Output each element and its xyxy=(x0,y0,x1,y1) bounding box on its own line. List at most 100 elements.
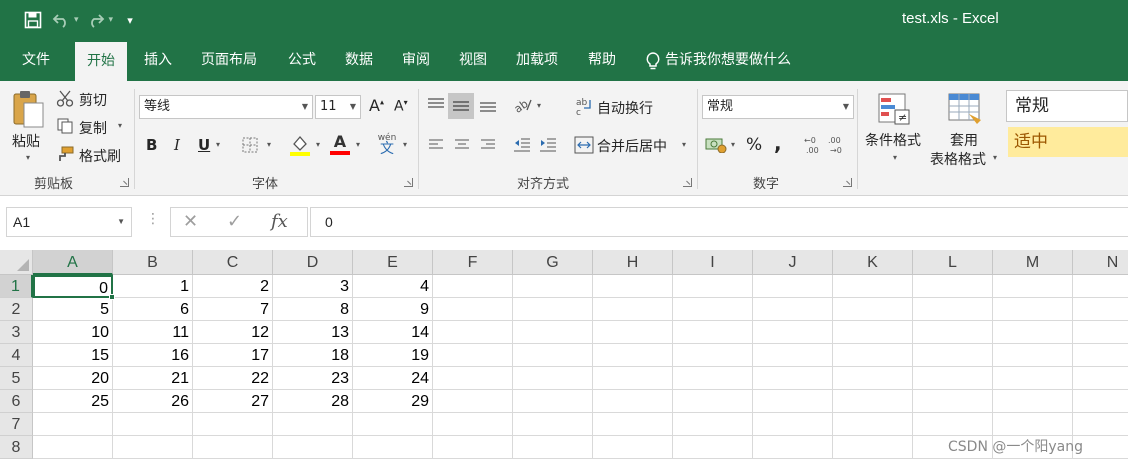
cell-c7[interactable] xyxy=(193,413,273,436)
increase-decimal-icon[interactable]: ←0.00 xyxy=(804,133,826,157)
cell-d6[interactable]: 28 xyxy=(273,390,353,413)
accounting-format-icon[interactable] xyxy=(704,135,728,155)
cell-e4[interactable]: 19 xyxy=(353,344,433,367)
borders-icon[interactable] xyxy=(240,135,260,155)
accounting-dropdown-icon[interactable]: ▾ xyxy=(731,140,735,149)
row-header-1[interactable]: 1 xyxy=(0,275,33,298)
column-header-n[interactable]: N xyxy=(1073,250,1128,275)
tab-view[interactable]: 视图 xyxy=(459,40,487,81)
cell-b5[interactable]: 21 xyxy=(113,367,193,390)
cell-f8[interactable] xyxy=(433,436,513,459)
cell-k2[interactable] xyxy=(833,298,913,321)
enter-icon[interactable]: ✓ xyxy=(227,211,242,232)
underline-button[interactable]: U xyxy=(198,136,210,154)
format-as-table-dropdown-icon[interactable]: ▾ xyxy=(993,153,997,162)
cell-e8[interactable] xyxy=(353,436,433,459)
redo-dropdown-icon[interactable]: ▾ xyxy=(109,15,114,25)
tab-file[interactable]: 文件 xyxy=(22,40,50,81)
bold-button[interactable]: B xyxy=(146,136,157,154)
fill-handle[interactable] xyxy=(109,294,115,300)
paste-icon[interactable] xyxy=(10,89,46,129)
merge-center-dropdown-icon[interactable]: ▾ xyxy=(682,140,686,149)
cell-f7[interactable] xyxy=(433,413,513,436)
cell-f5[interactable] xyxy=(433,367,513,390)
tab-insert[interactable]: 插入 xyxy=(144,40,172,81)
cell-j7[interactable] xyxy=(753,413,833,436)
cut-button[interactable]: 剪切 xyxy=(79,90,107,110)
cell-i7[interactable] xyxy=(673,413,753,436)
cell-k7[interactable] xyxy=(833,413,913,436)
cell-a8[interactable] xyxy=(33,436,113,459)
wrap-text-button[interactable]: 自动换行 xyxy=(597,98,653,118)
cell-n1[interactable] xyxy=(1073,275,1128,298)
grow-font-button[interactable]: A▴ xyxy=(369,96,384,115)
align-left-icon[interactable] xyxy=(426,135,446,155)
cell-c1[interactable]: 2 xyxy=(193,275,273,298)
cell-c5[interactable]: 22 xyxy=(193,367,273,390)
cell-j2[interactable] xyxy=(753,298,833,321)
tab-help[interactable]: 帮助 xyxy=(588,40,616,81)
font-color-dropdown-icon[interactable]: ▾ xyxy=(356,140,360,149)
customize-qat-icon[interactable]: ▾ xyxy=(119,9,141,31)
merge-center-button[interactable]: 合并后居中 xyxy=(597,136,667,156)
fill-color-icon[interactable] xyxy=(288,133,312,157)
cell-i3[interactable] xyxy=(673,321,753,344)
cell-l7[interactable] xyxy=(913,413,993,436)
align-middle-icon[interactable] xyxy=(448,93,474,119)
cell-l2[interactable] xyxy=(913,298,993,321)
cell-m3[interactable] xyxy=(993,321,1073,344)
number-launcher-icon[interactable] xyxy=(843,178,852,187)
cell-a7[interactable] xyxy=(33,413,113,436)
column-header-c[interactable]: C xyxy=(193,250,273,275)
align-bottom-icon[interactable] xyxy=(478,95,498,115)
cell-j5[interactable] xyxy=(753,367,833,390)
insert-function-icon[interactable]: fx xyxy=(271,211,288,232)
cell-l5[interactable] xyxy=(913,367,993,390)
cell-l4[interactable] xyxy=(913,344,993,367)
percent-style-button[interactable]: % xyxy=(746,135,762,155)
cell-m4[interactable] xyxy=(993,344,1073,367)
cell-n4[interactable] xyxy=(1073,344,1128,367)
cell-style-neutral[interactable]: 适中 xyxy=(1008,127,1128,157)
cell-f2[interactable] xyxy=(433,298,513,321)
tab-review[interactable]: 审阅 xyxy=(402,40,430,81)
cell-c4[interactable]: 17 xyxy=(193,344,273,367)
cell-c3[interactable]: 12 xyxy=(193,321,273,344)
cell-b4[interactable]: 16 xyxy=(113,344,193,367)
cell-e2[interactable]: 9 xyxy=(353,298,433,321)
column-header-g[interactable]: G xyxy=(513,250,593,275)
cell-b7[interactable] xyxy=(113,413,193,436)
conditional-formatting-button[interactable]: 条件格式 xyxy=(865,130,921,150)
cell-e1[interactable]: 4 xyxy=(353,275,433,298)
cell-b6[interactable]: 26 xyxy=(113,390,193,413)
cell-m6[interactable] xyxy=(993,390,1073,413)
font-name-combobox[interactable]: 等线 ▼ xyxy=(139,95,313,119)
cell-i1[interactable] xyxy=(673,275,753,298)
cell-j6[interactable] xyxy=(753,390,833,413)
tab-data[interactable]: 数据 xyxy=(345,40,373,81)
cell-g7[interactable] xyxy=(513,413,593,436)
splitter-handle-icon[interactable]: ⋮ xyxy=(146,211,160,227)
cell-a4[interactable]: 15 xyxy=(33,344,113,367)
cell-d1[interactable]: 3 xyxy=(273,275,353,298)
cell-m5[interactable] xyxy=(993,367,1073,390)
copy-button[interactable]: 复制 xyxy=(79,118,107,138)
format-as-table-label-1[interactable]: 套用 xyxy=(950,130,978,150)
cell-n3[interactable] xyxy=(1073,321,1128,344)
cell-m7[interactable] xyxy=(993,413,1073,436)
shrink-font-button[interactable]: A▾ xyxy=(394,98,408,115)
cell-n7[interactable] xyxy=(1073,413,1128,436)
select-all-button[interactable] xyxy=(0,250,33,275)
underline-dropdown-icon[interactable]: ▾ xyxy=(216,140,220,149)
cell-i8[interactable] xyxy=(673,436,753,459)
paste-dropdown-icon[interactable]: ▾ xyxy=(26,153,30,162)
undo-icon[interactable] xyxy=(50,9,72,31)
row-header-2[interactable]: 2 xyxy=(0,298,33,321)
cell-a6[interactable]: 25 xyxy=(33,390,113,413)
font-launcher-icon[interactable] xyxy=(404,178,413,187)
cell-h7[interactable] xyxy=(593,413,673,436)
phonetic-dropdown-icon[interactable]: ▾ xyxy=(403,140,407,149)
cell-m1[interactable] xyxy=(993,275,1073,298)
row-header-6[interactable]: 6 xyxy=(0,390,33,413)
cell-a2[interactable]: 5 xyxy=(33,298,113,321)
